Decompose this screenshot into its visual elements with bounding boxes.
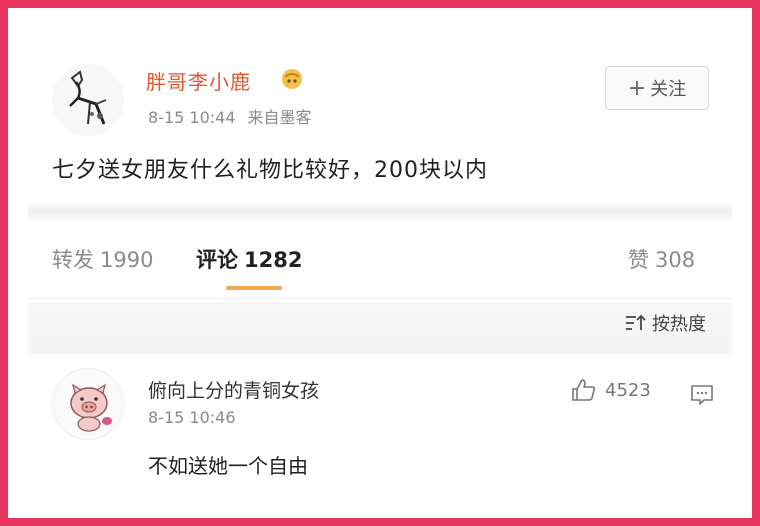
reply-icon[interactable] (690, 384, 714, 406)
commenter-username[interactable]: 俯向上分的青铜女孩 (148, 376, 319, 403)
plus-icon: + (627, 75, 647, 101)
tab-comments[interactable]: 评论 1282 (196, 244, 302, 274)
post-source: 来自墨客 (247, 108, 312, 127)
author-username[interactable]: 胖哥李小鹿 (146, 66, 251, 95)
post-content: 七夕送女朋友什么礼物比较好，200块以内 (52, 158, 488, 183)
comment-like-button[interactable]: 4523 (571, 378, 651, 402)
active-tab-indicator (226, 286, 282, 290)
comment-like-count: 4523 (605, 379, 651, 401)
weibo-post-card: 胖哥李小鹿 8-15 10:44 来自墨客 + 关注 七夕送女朋友什么礼物比较好，… (8, 8, 752, 518)
thumbs-up-icon (572, 379, 596, 401)
comment-content: 不如送她一个自由 (148, 454, 308, 478)
post-meta: 8-15 10:44 来自墨客 (148, 104, 312, 128)
follow-button[interactable]: + 关注 (605, 66, 709, 110)
sort-icon (626, 314, 646, 330)
divider (28, 202, 732, 222)
deer-illustration-icon (52, 64, 124, 136)
comment-label: 评论 (196, 248, 238, 272)
repost-count: 1990 (100, 248, 154, 272)
tab-likes[interactable]: 赞 308 (628, 244, 695, 274)
like-label: 赞 (628, 248, 649, 272)
sort-label: 按热度 (652, 314, 706, 335)
follow-label: 关注 (650, 79, 687, 100)
post-time: 8-15 10:44 (148, 108, 236, 127)
tab-repost[interactable]: 转发 1990 (52, 244, 153, 274)
comment-count: 1282 (244, 248, 303, 272)
commenter-avatar[interactable] (52, 368, 124, 440)
divider (28, 298, 732, 299)
sort-by-hot-button[interactable]: 按热度 (624, 310, 706, 336)
pig-illustration-icon (53, 369, 123, 439)
repost-label: 转发 (52, 248, 94, 272)
vip-badge-icon (282, 69, 302, 89)
comment-time: 8-15 10:46 (148, 408, 236, 427)
like-count: 308 (655, 248, 696, 272)
author-avatar[interactable] (52, 64, 124, 136)
